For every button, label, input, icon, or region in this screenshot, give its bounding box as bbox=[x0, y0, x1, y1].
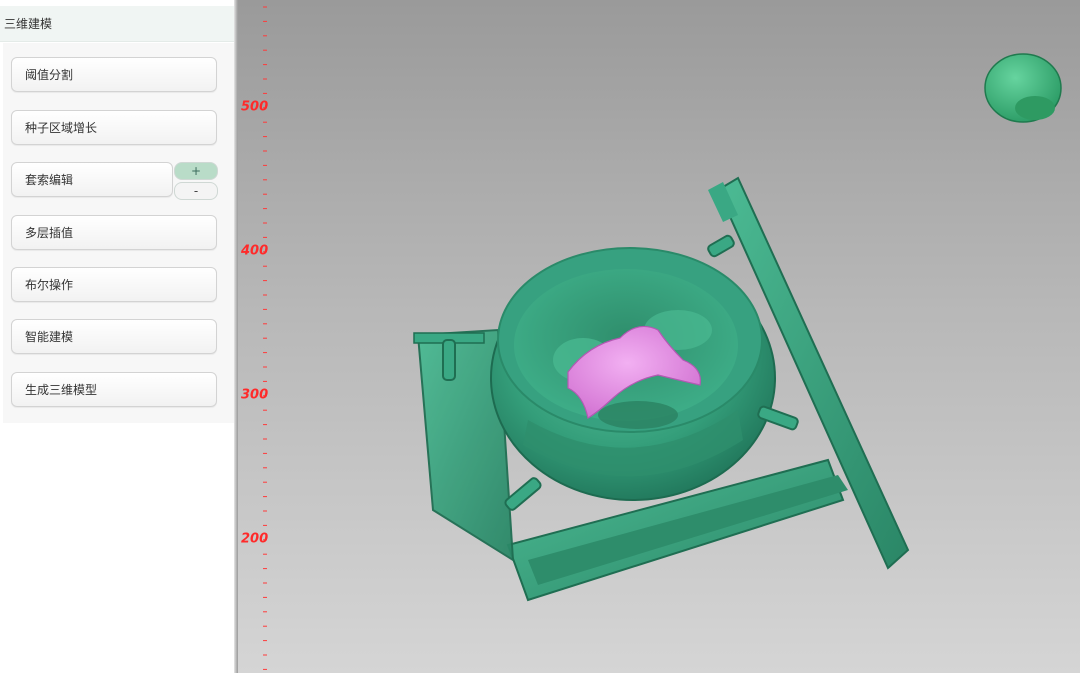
generate-3d-model-button[interactable]: 生成三维模型 bbox=[11, 372, 217, 407]
lasso-minus-button[interactable]: - bbox=[174, 182, 218, 200]
smart-modeling-button[interactable]: 智能建模 bbox=[11, 319, 217, 354]
lasso-plus-button[interactable]: + bbox=[174, 162, 218, 180]
threshold-segmentation-button[interactable]: 阈值分割 bbox=[11, 57, 217, 92]
tool-list: 阈值分割 种子区域增长 套索编辑 + - 多层插值 布尔操作 智能建模 生成三维… bbox=[3, 43, 234, 423]
panel-title: 三维建模 bbox=[0, 6, 234, 42]
lasso-edit-button[interactable]: 套索编辑 bbox=[11, 162, 173, 197]
multilayer-interpolation-button[interactable]: 多层插值 bbox=[11, 215, 217, 250]
panel-title-text: 三维建模 bbox=[4, 17, 53, 31]
seed-region-growing-button[interactable]: 种子区域增长 bbox=[11, 110, 217, 145]
3d-viewport[interactable]: 500 400 300 200 bbox=[238, 0, 1080, 673]
boolean-operation-button[interactable]: 布尔操作 bbox=[11, 267, 217, 302]
left-panel: 三维建模 阈值分割 种子区域增长 套索编辑 + - 多层插值 布尔操作 智能建模… bbox=[0, 0, 234, 673]
head-orientation-icon[interactable] bbox=[984, 53, 1062, 123]
skull-model-render bbox=[413, 53, 1062, 602]
